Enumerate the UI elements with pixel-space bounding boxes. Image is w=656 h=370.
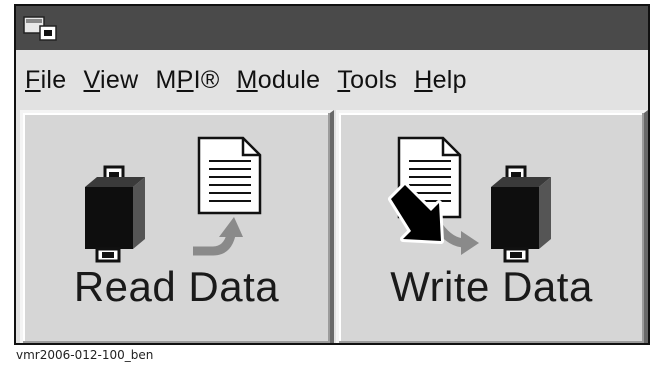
application-window: File View MPI® Module Tools Help Read Da… <box>14 4 650 345</box>
menu-bar: File View MPI® Module Tools Help <box>16 50 648 110</box>
module-chip-icon <box>85 165 145 263</box>
module-chip-icon <box>491 165 551 263</box>
write-data-label: Write Data <box>390 263 593 310</box>
title-bar <box>16 6 648 50</box>
menu-view[interactable]: View <box>84 66 139 95</box>
menu-tools[interactable]: Tools <box>337 66 397 95</box>
write-data-artwork <box>388 136 551 263</box>
read-data-button[interactable]: Read Data <box>20 110 334 343</box>
menu-mpi[interactable]: MPI® <box>155 66 219 95</box>
curved-arrow-icon <box>193 217 243 256</box>
read-data-artwork <box>85 136 262 263</box>
menu-help[interactable]: Help <box>414 66 467 95</box>
menu-module[interactable]: Module <box>237 66 321 95</box>
write-data-button[interactable]: Write Data <box>336 110 648 343</box>
menu-file[interactable]: File <box>25 66 67 95</box>
read-data-label: Read Data <box>73 263 280 310</box>
curved-arrow-icon <box>435 224 479 255</box>
figure-caption: vmr2006-012-100_ben <box>16 348 154 362</box>
app-icon[interactable] <box>22 14 60 44</box>
document-icon <box>197 136 262 215</box>
